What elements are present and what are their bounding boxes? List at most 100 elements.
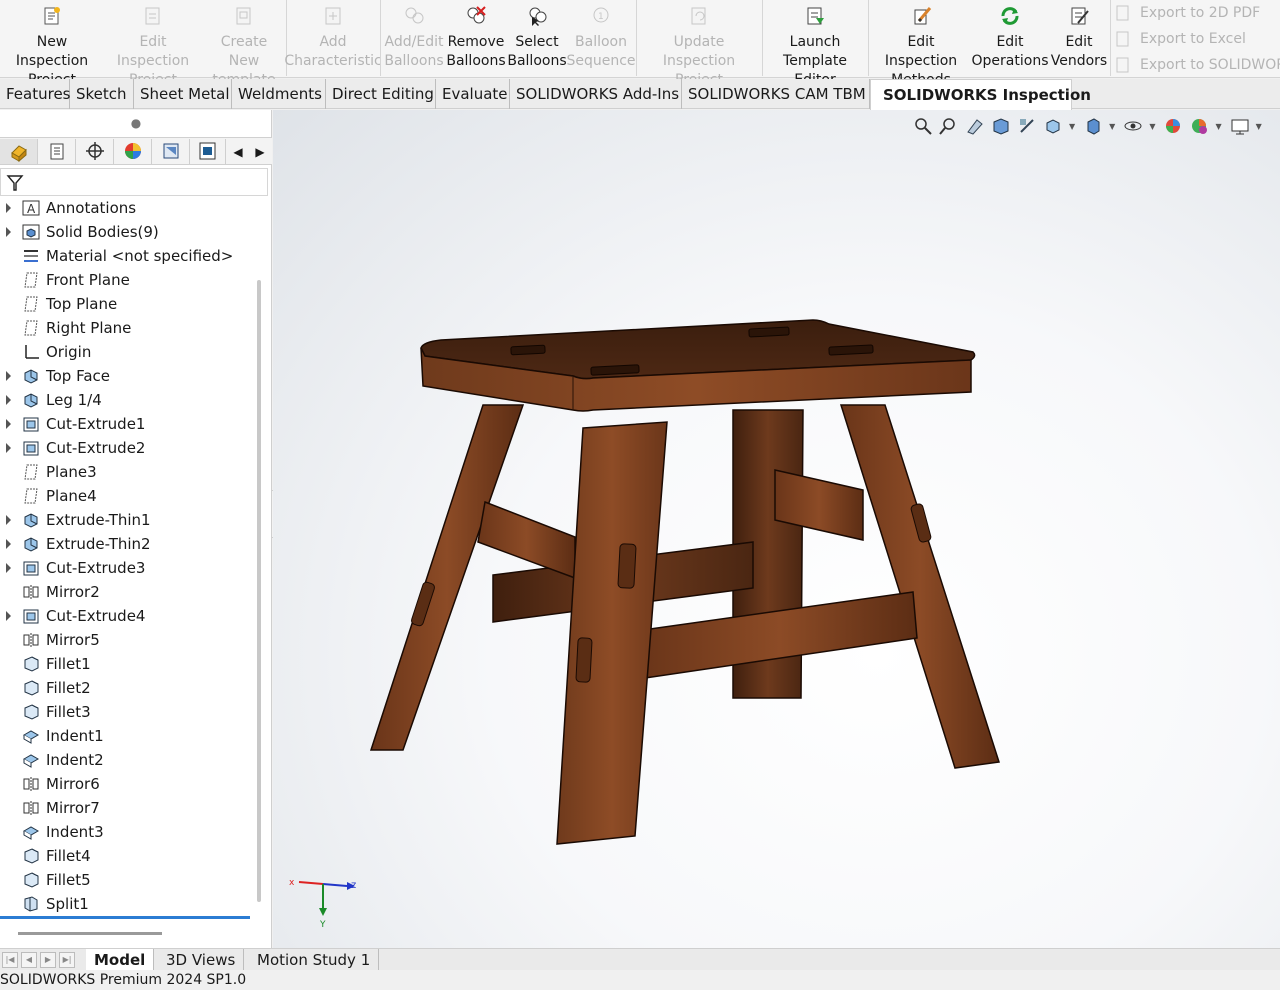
tab-solidworks-addins[interactable]: SOLIDWORKS Add-Ins — [510, 79, 682, 109]
cam-tab[interactable] — [190, 139, 226, 164]
expand-arrow-icon[interactable] — [6, 203, 11, 213]
tree-item-extrude-thin1[interactable]: Extrude-Thin1 — [0, 508, 262, 532]
edit-vendors-button[interactable]: Edit Vendors — [1050, 2, 1108, 76]
fillet-icon — [22, 847, 40, 865]
split-icon — [22, 895, 40, 913]
configuration-manager-tab[interactable] — [76, 139, 114, 164]
tab-sheet-metal[interactable]: Sheet Metal — [134, 79, 232, 109]
tab-sketch[interactable]: Sketch — [70, 79, 134, 109]
tree-item-plane3[interactable]: Plane3 — [0, 460, 262, 484]
property-manager-tab[interactable] — [38, 139, 76, 164]
export-solidworks-button[interactable]: Export to SOLIDWORK — [1114, 53, 1280, 77]
tab-motion-study[interactable]: Motion Study 1 — [249, 949, 380, 971]
first-tab-icon[interactable]: |◀ — [2, 952, 18, 968]
tree-item-front-plane[interactable]: Front Plane — [0, 268, 262, 292]
tree-item-fillet2[interactable]: Fillet2 — [0, 676, 262, 700]
edit-operations-button[interactable]: Edit Operations — [972, 2, 1048, 76]
tabs-scroll-right-icon[interactable]: ▶ — [250, 140, 270, 164]
expand-arrow-icon[interactable] — [6, 395, 11, 405]
tree-item-solid-bodies-9[interactable]: Solid Bodies(9) — [0, 220, 262, 244]
tree-item-mirror2[interactable]: Mirror2 — [0, 580, 262, 604]
tab-features[interactable]: Features — [0, 79, 71, 109]
remove-balloons-icon — [465, 5, 487, 27]
tree-item-label: Fillet4 — [46, 847, 91, 865]
create-new-template-button[interactable]: Create New template — [204, 2, 284, 88]
tabs-scroll-left-icon[interactable]: ◀ — [228, 140, 248, 164]
export-excel-button[interactable]: Export to Excel — [1114, 27, 1246, 51]
tree-item-fillet1[interactable]: Fillet1 — [0, 652, 262, 676]
dimxpert-tab[interactable] — [152, 139, 190, 164]
expand-arrow-icon[interactable] — [6, 443, 11, 453]
expand-arrow-icon[interactable] — [6, 227, 11, 237]
expand-arrow-icon[interactable] — [6, 611, 11, 621]
tree-item-plane4[interactable]: Plane4 — [0, 484, 262, 508]
expand-arrow-icon[interactable] — [6, 515, 11, 525]
tree-item-label: Mirror7 — [46, 799, 100, 817]
prev-tab-icon[interactable]: ◀ — [21, 952, 37, 968]
stool-model[interactable] — [273, 110, 1280, 948]
tree-item-fillet4[interactable]: Fillet4 — [0, 844, 262, 868]
graphics-area[interactable]: ▼ ▼ ▼ ▼ ▼ x z Y — [273, 110, 1280, 948]
tree-horizontal-scrollbar[interactable] — [18, 932, 162, 935]
tree-item-mirror5[interactable]: Mirror5 — [0, 628, 262, 652]
tab-direct-editing[interactable]: Direct Editing — [326, 79, 436, 109]
tree-item-fillet3[interactable]: Fillet3 — [0, 700, 262, 724]
plane-icon — [22, 295, 40, 313]
tree-item-fillet5[interactable]: Fillet5 — [0, 868, 262, 892]
edit-inspection-methods-icon — [910, 5, 932, 27]
solid-bodies-icon — [22, 223, 40, 241]
left-stretcher — [477, 500, 576, 580]
fillet-icon — [22, 871, 40, 889]
edit-inspection-project-icon — [142, 5, 164, 27]
tree-item-indent3[interactable]: Indent3 — [0, 820, 262, 844]
tree-item-origin[interactable]: Origin — [0, 340, 262, 364]
add-characteristic-button[interactable]: Add Characteristic — [284, 2, 382, 76]
launch-template-editor-button[interactable]: Launch Template Editor — [764, 2, 866, 88]
add-edit-balloons-button[interactable]: Add/Edit Balloons — [384, 2, 444, 76]
select-balloons-button[interactable]: Select Balloons — [507, 2, 567, 76]
expand-arrow-icon[interactable] — [6, 419, 11, 429]
tree-filter[interactable] — [0, 168, 268, 196]
rollback-bar[interactable] — [0, 916, 250, 919]
tree-item-cut-extrude4[interactable]: Cut-Extrude4 — [0, 604, 262, 628]
tab-3d-views[interactable]: 3D Views — [158, 949, 245, 971]
update-inspection-project-button[interactable]: Update Inspection Project — [638, 2, 760, 88]
expand-arrow-icon[interactable] — [6, 563, 11, 573]
tree-item-cut-extrude1[interactable]: Cut-Extrude1 — [0, 412, 262, 436]
tree-item-cut-extrude2[interactable]: Cut-Extrude2 — [0, 436, 262, 460]
tree-vertical-scrollbar[interactable] — [257, 280, 261, 902]
edit-inspection-methods-button[interactable]: Edit Inspection Methods — [872, 2, 970, 88]
tree-item-top-face[interactable]: Top Face — [0, 364, 262, 388]
tab-model[interactable]: Model — [86, 949, 155, 971]
tree-item-annotations[interactable]: A Annotations — [0, 196, 262, 220]
appearance-manager-tab[interactable] — [114, 139, 152, 164]
tree-item-mirror7[interactable]: Mirror7 — [0, 796, 262, 820]
tree-item-extrude-thin2[interactable]: Extrude-Thin2 — [0, 532, 262, 556]
edit-inspection-project-button[interactable]: Edit Inspection Project — [104, 2, 202, 88]
tree-item-mirror6[interactable]: Mirror6 — [0, 772, 262, 796]
tab-solidworks-inspection[interactable]: SOLIDWORKS Inspection — [870, 79, 1091, 110]
last-tab-icon[interactable]: ▶| — [59, 952, 75, 968]
tree-item-right-plane[interactable]: Right Plane — [0, 316, 262, 340]
balloon-sequence-button[interactable]: 1 Balloon Sequence — [566, 2, 636, 76]
edit-inspection-project-label-1: Edit Inspection — [116, 34, 190, 69]
tree-item-indent2[interactable]: Indent2 — [0, 748, 262, 772]
tree-item-material-not-specified[interactable]: Material <not specified> — [0, 244, 262, 268]
expand-arrow-icon[interactable] — [6, 371, 11, 381]
panel-grip[interactable]: ● — [0, 110, 272, 136]
svg-text:1: 1 — [598, 12, 604, 22]
new-inspection-project-button[interactable]: New Inspection Project — [2, 2, 102, 88]
feature-manager-tab[interactable] — [0, 139, 38, 164]
tree-item-cut-extrude3[interactable]: Cut-Extrude3 — [0, 556, 262, 580]
tab-weldments[interactable]: Weldments — [232, 79, 326, 109]
next-tab-icon[interactable]: ▶ — [40, 952, 56, 968]
tree-item-top-plane[interactable]: Top Plane — [0, 292, 262, 316]
tree-item-split1[interactable]: Split1 — [0, 892, 262, 916]
tree-item-indent1[interactable]: Indent1 — [0, 724, 262, 748]
tab-solidworks-cam-tbm[interactable]: SOLIDWORKS CAM TBM — [682, 79, 870, 109]
export-2d-pdf-button[interactable]: Export to 2D PDF — [1114, 1, 1260, 25]
tree-item-leg-1-4[interactable]: Leg 1/4 — [0, 388, 262, 412]
remove-balloons-button[interactable]: Remove Balloons — [446, 2, 506, 76]
tab-evaluate[interactable]: Evaluate — [436, 79, 510, 109]
expand-arrow-icon[interactable] — [6, 539, 11, 549]
